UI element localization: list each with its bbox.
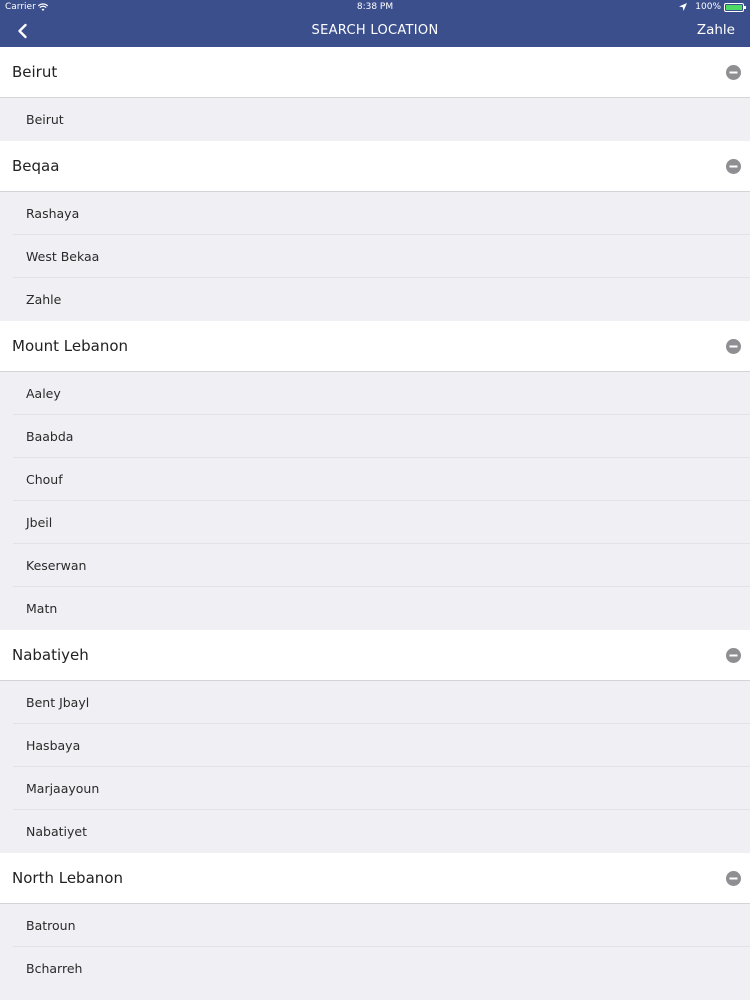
status-bar: Carrier 8:38 PM 100% — [0, 0, 750, 14]
group-name: Beirut — [12, 63, 58, 81]
list-item-label: Batroun — [26, 918, 76, 933]
group-header-north-lebanon[interactable]: North Lebanon — [0, 853, 750, 904]
group-name: Beqaa — [12, 157, 60, 175]
collapse-minus-icon[interactable] — [726, 648, 741, 663]
list-item-label: Matn — [26, 601, 58, 616]
collapse-minus-icon[interactable] — [726, 65, 741, 80]
battery-percent: 100% — [695, 2, 721, 12]
list-item-label: Keserwan — [26, 558, 87, 573]
group-header-beqaa[interactable]: Beqaa — [0, 141, 750, 192]
location-arrow-icon — [679, 3, 688, 11]
list-item[interactable]: Baabda — [0, 415, 750, 458]
list-item-label: Chouf — [26, 472, 63, 487]
status-right-group: 100% — [679, 0, 746, 14]
list-item[interactable]: Marjaayoun — [0, 767, 750, 810]
group-name: Nabatiyeh — [12, 646, 89, 664]
list-item-label: Nabatiyet — [26, 824, 87, 839]
list-item[interactable]: Hasbaya — [0, 724, 750, 767]
list-item-label: Bcharreh — [26, 961, 83, 976]
list-item[interactable]: Keserwan — [0, 544, 750, 587]
list-item-label: West Bekaa — [26, 249, 100, 264]
group-header-beirut[interactable]: Beirut — [0, 47, 750, 98]
group-name: Mount Lebanon — [12, 337, 129, 355]
collapse-minus-icon[interactable] — [726, 871, 741, 886]
list-item-label: Marjaayoun — [26, 781, 100, 796]
selected-location-button[interactable]: Zahle — [697, 14, 735, 47]
list-item[interactable]: Bent Jbayl — [0, 681, 750, 724]
collapse-minus-icon[interactable] — [726, 159, 741, 174]
battery-fill — [726, 4, 742, 10]
battery-icon — [724, 2, 746, 12]
list-item-label: Bent Jbayl — [26, 695, 90, 710]
collapse-minus-icon[interactable] — [726, 339, 741, 354]
nav-bar: SEARCH LOCATION Zahle — [0, 14, 750, 47]
list-item[interactable]: Nabatiyet — [0, 810, 750, 853]
group-header-mount-lebanon[interactable]: Mount Lebanon — [0, 321, 750, 372]
group-name: North Lebanon — [12, 869, 123, 887]
page-title: SEARCH LOCATION — [311, 23, 439, 38]
list-item-label: Beirut — [26, 112, 64, 127]
list-item[interactable]: Jbeil — [0, 501, 750, 544]
list-item[interactable]: West Bekaa — [0, 235, 750, 278]
list-item[interactable]: Batroun — [0, 904, 750, 947]
list-item-label: Zahle — [26, 292, 62, 307]
list-item[interactable]: Bcharreh — [0, 947, 750, 990]
list-item-label: Aaley — [26, 386, 61, 401]
list-item-label: Jbeil — [26, 515, 53, 530]
list-item-label: Hasbaya — [26, 738, 81, 753]
group-header-nabatiyeh[interactable]: Nabatiyeh — [0, 630, 750, 681]
list-item[interactable]: Aaley — [0, 372, 750, 415]
list-item[interactable]: Rashaya — [0, 192, 750, 235]
list-item-label: Rashaya — [26, 206, 80, 221]
list-item[interactable]: Matn — [0, 587, 750, 630]
list-item-label: Baabda — [26, 429, 74, 444]
list-item[interactable]: Beirut — [0, 98, 750, 141]
list-item[interactable]: Zahle — [0, 278, 750, 321]
status-time: 8:38 PM — [356, 2, 394, 12]
list-item[interactable]: Chouf — [0, 458, 750, 501]
location-list: Beirut Beirut Beqaa Rashaya West Bekaa Zahle M… — [0, 47, 750, 990]
